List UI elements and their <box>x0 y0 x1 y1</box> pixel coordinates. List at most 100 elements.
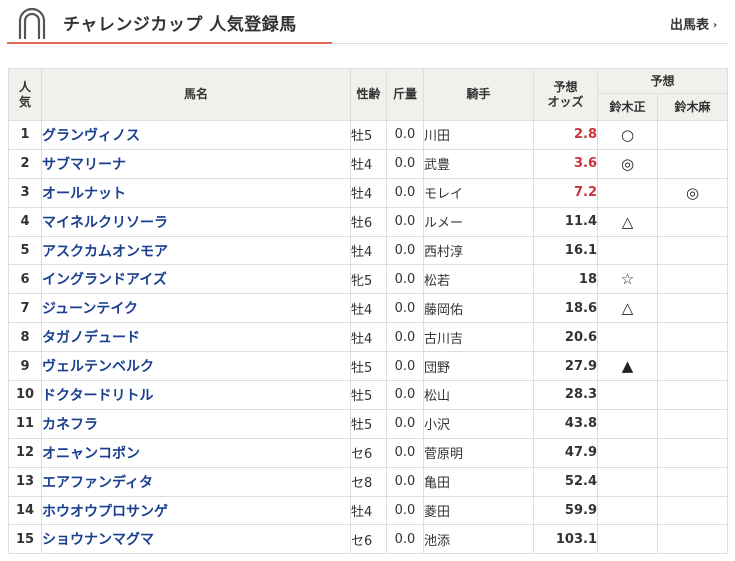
sex-age-cell: 牡4 <box>350 177 387 208</box>
rank-cell: 7 <box>8 293 42 324</box>
sex-age-cell: セ8 <box>350 466 387 497</box>
horse-name-link[interactable]: ヴェルテンベルク <box>42 359 154 375</box>
horse-name-link[interactable]: ジューンテイク <box>42 301 138 317</box>
horse-name-cell: カネフラ <box>41 408 351 439</box>
odds-cell: 18.6 <box>533 293 598 324</box>
rank-cell: 1 <box>8 120 42 150</box>
jockey-cell: 松若 <box>423 264 534 295</box>
jockey-cell: 松山 <box>423 380 534 410</box>
sex-age-cell: 牡5 <box>350 408 387 439</box>
odds-cell: 7.2 <box>533 177 598 208</box>
col-header-weight: 斤量 <box>386 68 424 121</box>
prediction-mark-2 <box>656 380 729 410</box>
table-row: 5 アスクカムオンモア 牡4 0.0 西村淳 16.1 <box>8 235 729 266</box>
weight-cell: 0.0 <box>386 495 424 526</box>
horse-name-cell: イングランドアイズ <box>41 264 351 295</box>
col-header-horse: 馬名 <box>41 68 351 121</box>
sex-age-cell: 牡5 <box>350 120 387 150</box>
jockey-cell: 菱田 <box>423 495 534 526</box>
sex-age-cell: 牡4 <box>350 495 387 526</box>
jockey-cell: 藤岡佑 <box>423 293 534 324</box>
table-row: 12 オニャンコポン セ6 0.0 菅原明 47.9 <box>8 437 729 468</box>
col-header-odds: 予想 オッズ <box>533 68 598 121</box>
table-row: 13 エアファンディタ セ8 0.0 亀田 52.4 <box>8 466 729 497</box>
col-header-jockey: 騎手 <box>423 68 534 121</box>
horse-name-link[interactable]: イングランドアイズ <box>42 272 167 288</box>
table-row: 7 ジューンテイク 牡4 0.0 藤岡佑 18.6 △ <box>8 293 729 324</box>
horse-name-link[interactable]: オニャンコポン <box>42 446 140 462</box>
prediction-mark-2 <box>656 466 729 497</box>
prediction-mark-1 <box>597 235 658 266</box>
odds-cell: 11.4 <box>533 206 598 237</box>
odds-cell: 43.8 <box>533 408 598 439</box>
prediction-mark-1: △ <box>597 293 658 324</box>
weight-cell: 0.0 <box>386 148 424 179</box>
horse-name-link[interactable]: オールナット <box>42 186 126 202</box>
sex-age-cell: 牝5 <box>350 264 387 295</box>
table-row: 6 イングランドアイズ 牝5 0.0 松若 18 ☆ <box>8 264 729 295</box>
horse-name-link[interactable]: カネフラ <box>42 417 98 433</box>
horse-name-link[interactable]: エアファンディタ <box>42 475 153 491</box>
table-row: 14 ホウオウプロサンゲ 牡4 0.0 菱田 59.9 <box>8 495 729 526</box>
table-row: 2 サブマリーナ 牡4 0.0 武豊 3.6 ◎ <box>8 148 729 179</box>
weight-cell: 0.0 <box>386 322 424 353</box>
prediction-mark-1: △ <box>597 206 658 237</box>
prediction-mark-1 <box>597 322 658 353</box>
race-card-link-label: 出馬表 <box>670 18 710 33</box>
jockey-cell: 亀田 <box>423 466 534 497</box>
rank-cell: 2 <box>8 148 42 179</box>
rank-cell: 12 <box>8 437 42 468</box>
odds-cell: 16.1 <box>533 235 598 266</box>
sex-age-cell: セ6 <box>350 437 387 468</box>
weight-cell: 0.0 <box>386 466 424 497</box>
prediction-mark-1: ○ <box>597 120 658 150</box>
jockey-cell: 菅原明 <box>423 437 534 468</box>
prediction-mark-2 <box>656 322 729 353</box>
rank-cell: 9 <box>8 351 42 382</box>
col-header-sex-age: 性齢 <box>350 68 387 121</box>
prediction-mark-1 <box>597 380 658 410</box>
horse-name-link[interactable]: ショウナンマグマ <box>42 532 154 548</box>
race-card-link[interactable]: 出馬表 › <box>670 14 717 33</box>
horse-name-cell: オールナット <box>41 177 351 208</box>
rank-cell: 13 <box>8 466 42 497</box>
horse-name-link[interactable]: ホウオウプロサンゲ <box>42 504 168 520</box>
horse-name-link[interactable]: アスクカムオンモア <box>42 244 168 260</box>
weight-cell: 0.0 <box>386 351 424 382</box>
rank-cell: 5 <box>8 235 42 266</box>
table-row: 8 タガノデュード 牡4 0.0 古川吉 20.6 <box>8 322 729 353</box>
table-row: 4 マイネルクリソーラ 牡6 0.0 ルメー 11.4 △ <box>8 206 729 237</box>
horse-name-cell: ショウナンマグマ <box>41 524 351 555</box>
table-row: 1 グランヴィノス 牡5 0.0 川田 2.8 ○ <box>8 120 729 150</box>
col-header-prediction: 予想 <box>596 68 729 94</box>
horse-name-link[interactable]: ドクタードリトル <box>42 388 153 404</box>
jockey-cell: モレイ <box>423 177 534 208</box>
prediction-mark-1 <box>597 177 658 208</box>
rank-cell: 10 <box>8 380 42 410</box>
horse-name-link[interactable]: サブマリーナ <box>42 157 126 173</box>
horse-name-cell: オニャンコポン <box>41 437 351 468</box>
weight-cell: 0.0 <box>386 235 424 266</box>
horse-name-link[interactable]: マイネルクリソーラ <box>42 215 168 231</box>
jockey-cell: 西村淳 <box>423 235 534 266</box>
rank-cell: 11 <box>8 408 42 439</box>
sex-age-cell: 牡6 <box>350 206 387 237</box>
jockey-cell: ルメー <box>423 206 534 237</box>
odds-cell: 59.9 <box>533 495 598 526</box>
header-divider <box>332 43 728 44</box>
prediction-mark-1: ▲ <box>597 351 658 382</box>
prediction-mark-1 <box>597 408 658 439</box>
horse-name-link[interactable]: グランヴィノス <box>42 128 140 144</box>
horse-name-cell: グランヴィノス <box>41 120 351 150</box>
prediction-mark-1 <box>597 437 658 468</box>
odds-cell: 3.6 <box>533 148 598 179</box>
page-header: チャレンジカップ 人気登録馬 出馬表 › <box>0 0 735 46</box>
rank-cell: 4 <box>8 206 42 237</box>
rank-cell: 8 <box>8 322 42 353</box>
weight-cell: 0.0 <box>386 408 424 439</box>
horse-name-link[interactable]: タガノデュード <box>42 330 140 346</box>
table-row: 3 オールナット 牡4 0.0 モレイ 7.2 ◎ <box>8 177 729 208</box>
horse-name-cell: アスクカムオンモア <box>41 235 351 266</box>
prediction-mark-2 <box>656 524 729 555</box>
table-row: 10 ドクタードリトル 牡5 0.0 松山 28.3 <box>8 380 729 410</box>
